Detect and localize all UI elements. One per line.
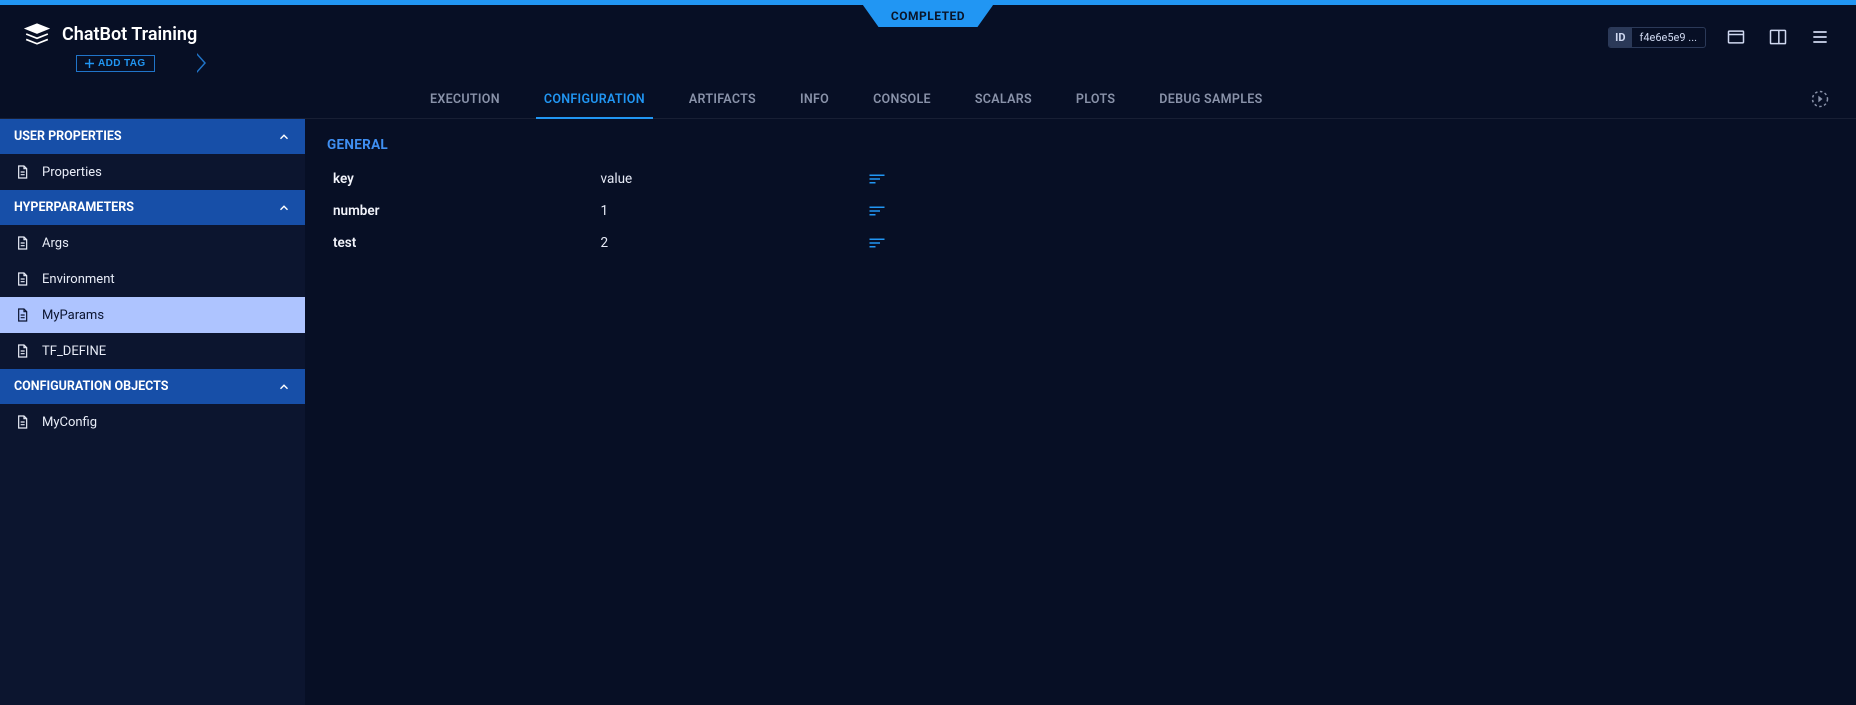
- header-right: ID f4e6e5e9 ...: [1608, 21, 1832, 49]
- document-icon: [14, 414, 30, 430]
- sidebar-section-title: CONFIGURATION OBJECTS: [14, 379, 168, 394]
- param-value: 2: [595, 227, 863, 259]
- id-chip[interactable]: ID f4e6e5e9 ...: [1608, 27, 1706, 48]
- sidebar-item-label: Args: [42, 236, 69, 251]
- table-row: test 2: [327, 227, 967, 259]
- table-row: key value: [327, 163, 967, 195]
- sidebar-section-title: USER PROPERTIES: [14, 129, 122, 144]
- table-row: number 1: [327, 195, 967, 227]
- status-badge: COMPLETED: [863, 5, 993, 27]
- add-tag-label: ADD TAG: [98, 58, 146, 69]
- sidebar-item-properties[interactable]: Properties: [0, 154, 305, 190]
- notes-icon: [868, 237, 961, 249]
- sidebar-item-tfdefine[interactable]: TF_DEFINE: [0, 333, 305, 369]
- sidebar-item-label: MyConfig: [42, 415, 97, 430]
- add-tag-wrap: ADD TAG: [76, 53, 197, 72]
- tab-execution[interactable]: EXECUTION: [430, 81, 500, 118]
- tab-debug-samples[interactable]: DEBUG SAMPLES: [1159, 81, 1262, 118]
- document-icon: [14, 235, 30, 251]
- id-chip-value: f4e6e5e9 ...: [1632, 28, 1705, 47]
- header-left: ChatBot Training ADD TAG: [24, 21, 197, 72]
- tab-console[interactable]: CONSOLE: [873, 81, 931, 118]
- notes-icon: [868, 173, 961, 185]
- sidebar-item-args[interactable]: Args: [0, 225, 305, 261]
- param-action[interactable]: [862, 163, 967, 195]
- sidebar-item-environment[interactable]: Environment: [0, 261, 305, 297]
- param-action[interactable]: [862, 195, 967, 227]
- document-icon: [14, 164, 30, 180]
- param-value: value: [595, 163, 863, 195]
- sidebar-item-label: TF_DEFINE: [42, 344, 106, 359]
- tab-scalars[interactable]: SCALARS: [975, 81, 1032, 118]
- tab-info[interactable]: INFO: [800, 81, 829, 118]
- sidebar-item-label: Environment: [42, 272, 115, 287]
- tab-plots[interactable]: PLOTS: [1076, 81, 1115, 118]
- chevron-up-icon: [277, 130, 291, 144]
- param-key: number: [327, 195, 595, 227]
- tabbar: EXECUTION CONFIGURATION ARTIFACTS INFO C…: [0, 81, 1856, 119]
- params-table: key value number 1: [327, 163, 967, 259]
- details-panel-icon[interactable]: [1724, 25, 1748, 49]
- sidebar-section-configuration-objects[interactable]: CONFIGURATION OBJECTS: [0, 369, 305, 404]
- sidebar-item-myconfig[interactable]: MyConfig: [0, 404, 305, 440]
- page-title: ChatBot Training: [62, 24, 197, 45]
- layout-toggle-icon[interactable]: [1766, 25, 1790, 49]
- notes-icon: [868, 205, 961, 217]
- app-logo-icon: [24, 21, 50, 47]
- id-chip-label: ID: [1609, 28, 1631, 47]
- document-icon: [14, 343, 30, 359]
- chevron-up-icon: [277, 201, 291, 215]
- title-row: ChatBot Training: [24, 21, 197, 47]
- document-icon: [14, 271, 30, 287]
- sidebar-item-label: Properties: [42, 165, 102, 180]
- menu-icon[interactable]: [1808, 25, 1832, 49]
- sidebar-section-user-properties[interactable]: USER PROPERTIES: [0, 119, 305, 154]
- tab-artifacts[interactable]: ARTIFACTS: [689, 81, 756, 118]
- plus-icon: [85, 59, 94, 68]
- add-tag-button[interactable]: ADD TAG: [76, 55, 155, 72]
- sidebar-section-title: HYPERPARAMETERS: [14, 200, 134, 215]
- sidebar-item-label: MyParams: [42, 308, 104, 323]
- tag-arrow-inner: [196, 54, 204, 72]
- chevron-up-icon: [277, 380, 291, 394]
- param-action[interactable]: [862, 227, 967, 259]
- content-area: GENERAL key value number 1: [305, 119, 1856, 705]
- maximize-icon[interactable]: [1808, 87, 1832, 111]
- param-key: key: [327, 163, 595, 195]
- workspace: USER PROPERTIES Properties HYPERPARAMETE…: [0, 119, 1856, 705]
- document-icon: [14, 307, 30, 323]
- sidebar: USER PROPERTIES Properties HYPERPARAMETE…: [0, 119, 305, 705]
- sidebar-section-hyperparameters[interactable]: HYPERPARAMETERS: [0, 190, 305, 225]
- tab-configuration[interactable]: CONFIGURATION: [544, 81, 645, 118]
- param-key: test: [327, 227, 595, 259]
- content-section-title: GENERAL: [327, 137, 1834, 153]
- param-value: 1: [595, 195, 863, 227]
- sidebar-item-myparams[interactable]: MyParams: [0, 297, 305, 333]
